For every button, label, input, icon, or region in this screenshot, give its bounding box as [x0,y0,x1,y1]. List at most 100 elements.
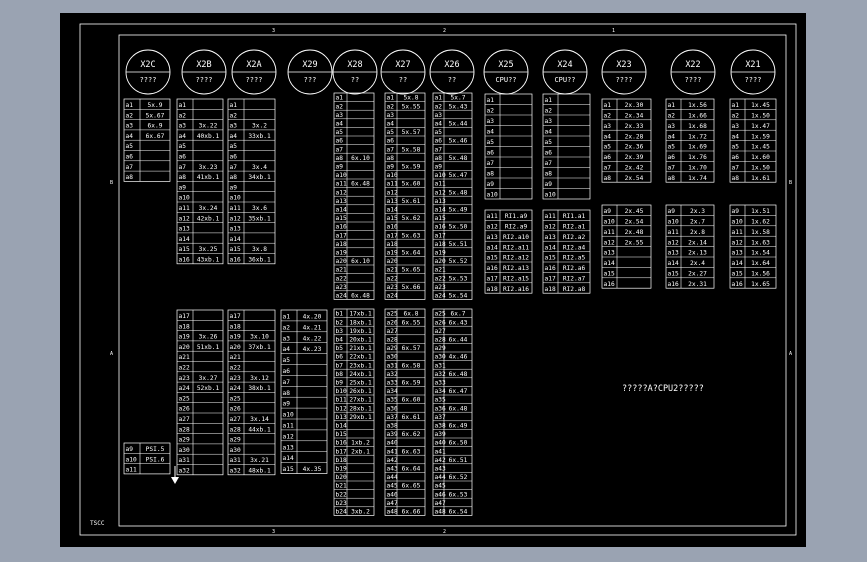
terminal-signal: 2x.7 [690,219,705,226]
terminal-pin: a7 [668,165,676,172]
terminal-pin: a9 [230,184,238,191]
terminal-pin: a15 [179,246,190,253]
terminal-pin: a20 [387,258,398,265]
terminal-pin: a28 [435,337,446,344]
tick-bottom: 2 [443,529,446,535]
terminal-signal: 1x.50 [751,113,770,120]
terminal-signal: 5x.46 [449,138,468,145]
terminal-signal: 2x.39 [625,154,644,161]
terminal-pin: a32 [387,371,398,378]
terminal-pin: a11 [336,181,347,188]
terminal-pin: a32 [230,468,241,475]
terminal-pin: a26 [179,406,190,413]
terminal-signal: 17xb.1 [349,311,372,318]
terminal-pin: a35 [435,397,446,404]
terminal-signal: RI2.a4 [563,244,586,251]
tick-left: A [110,351,113,357]
tick-top: 1 [612,28,615,34]
terminal-pin: a16 [230,257,241,264]
terminal-pin: a10 [545,192,556,199]
terminal-pin: a27 [435,328,446,335]
terminal-pin: a1 [230,102,238,109]
terminal-pin: a8 [604,175,612,182]
terminal-pin: a5 [668,144,676,151]
terminal-signal: 5x.43 [449,103,468,110]
tick-top: 3 [272,28,275,34]
terminal-signal: 2x.34 [625,113,644,120]
terminal-signal: 2x.36 [625,144,644,151]
terminal-signal: 2x.30 [625,102,644,109]
terminal-signal: 1x.65 [751,281,770,288]
terminal-signal: 3x.27 [199,375,218,382]
terminal-signal: 5x.64 [402,250,421,257]
terminal-pin: a37 [435,414,446,421]
terminal-signal: 6x.65 [402,483,421,490]
connector-subtitle: ?? [399,76,407,84]
terminal-pin: a34 [435,388,446,395]
terminal-pin: a10 [336,172,347,179]
terminal-pin: a6 [230,154,238,161]
terminal-pin: a12 [387,189,398,196]
terminal-pin: a15 [336,215,347,222]
terminal-signal: 6x.48 [351,181,370,188]
terminal-pin: a32 [435,371,446,378]
terminal-signal: 6x.53 [449,491,468,498]
terminal-pin: a18 [230,323,241,330]
terminal-signal: 4x.20 [303,314,322,321]
terminal-pin: a22 [387,275,398,282]
connector-subtitle: ?? [351,76,359,84]
terminal-pin: a20 [179,344,190,351]
terminal-pin: a1 [732,102,740,109]
terminal-pin: a7 [336,146,344,153]
terminal-pin: a15 [435,215,446,222]
terminal-pin: a5 [179,143,187,150]
terminal-pin: a11 [387,181,398,188]
terminal-pin: a9 [336,164,344,171]
terminal-signal: 5x.47 [449,172,468,179]
terminal-pin: a1 [387,95,395,102]
terminal-signal: RI1.a9 [505,213,528,220]
terminal-pin: a4 [230,133,238,140]
terminal-signal: 1x.51 [751,208,770,215]
terminal-pin: a19 [435,250,446,257]
terminal-pin: a5 [487,139,495,146]
terminal-signal: RI2.a2 [563,234,586,241]
terminal-signal: 2x.8 [690,229,705,236]
terminal-pin: a1 [604,102,612,109]
terminal-pin: b9 [336,380,344,387]
terminal-signal: 2x.14 [688,239,707,246]
drawing-code: TSCC [90,520,105,527]
terminal-pin: b4 [336,337,344,344]
terminal-signal: 6x.66 [402,509,421,516]
terminal-pin: b5 [336,345,344,352]
terminal-pin: a7 [487,160,495,167]
terminal-pin: a45 [435,483,446,490]
terminal-signal: 6x.43 [449,319,468,326]
terminal-pin: a29 [387,345,398,352]
terminal-signal: 26xb.1 [349,388,372,395]
terminal-signal: 43xb.1 [197,257,220,264]
terminal-pin: a9 [387,164,395,171]
terminal-pin: a4 [545,129,553,136]
terminal-pin: a9 [545,181,553,188]
terminal-signal: 3xb.2 [351,509,370,516]
terminal-pin: a18 [336,241,347,248]
terminal-pin: a11 [668,229,679,236]
terminal-pin: a6 [387,138,395,145]
terminal-signal: 6x.48 [351,293,370,300]
terminal-signal: 33xb.1 [248,133,271,140]
terminal-pin: a6 [126,154,134,161]
terminal-pin: a10 [487,192,498,199]
terminal-pin: a13 [230,226,241,233]
connector-subtitle: CPU?? [554,76,575,84]
terminal-pin: b21 [336,483,347,490]
terminal-pin: a3 [435,112,443,119]
terminal-signal: RI2.a11 [503,244,529,251]
terminal-pin: a20 [435,258,446,265]
terminal-pin: a30 [230,447,241,454]
terminal-pin: a1 [126,102,134,109]
terminal-pin: b22 [336,491,347,498]
terminal-pin: b19 [336,466,347,473]
terminal-pin: a31 [230,457,241,464]
terminal-pin: a29 [230,437,241,444]
